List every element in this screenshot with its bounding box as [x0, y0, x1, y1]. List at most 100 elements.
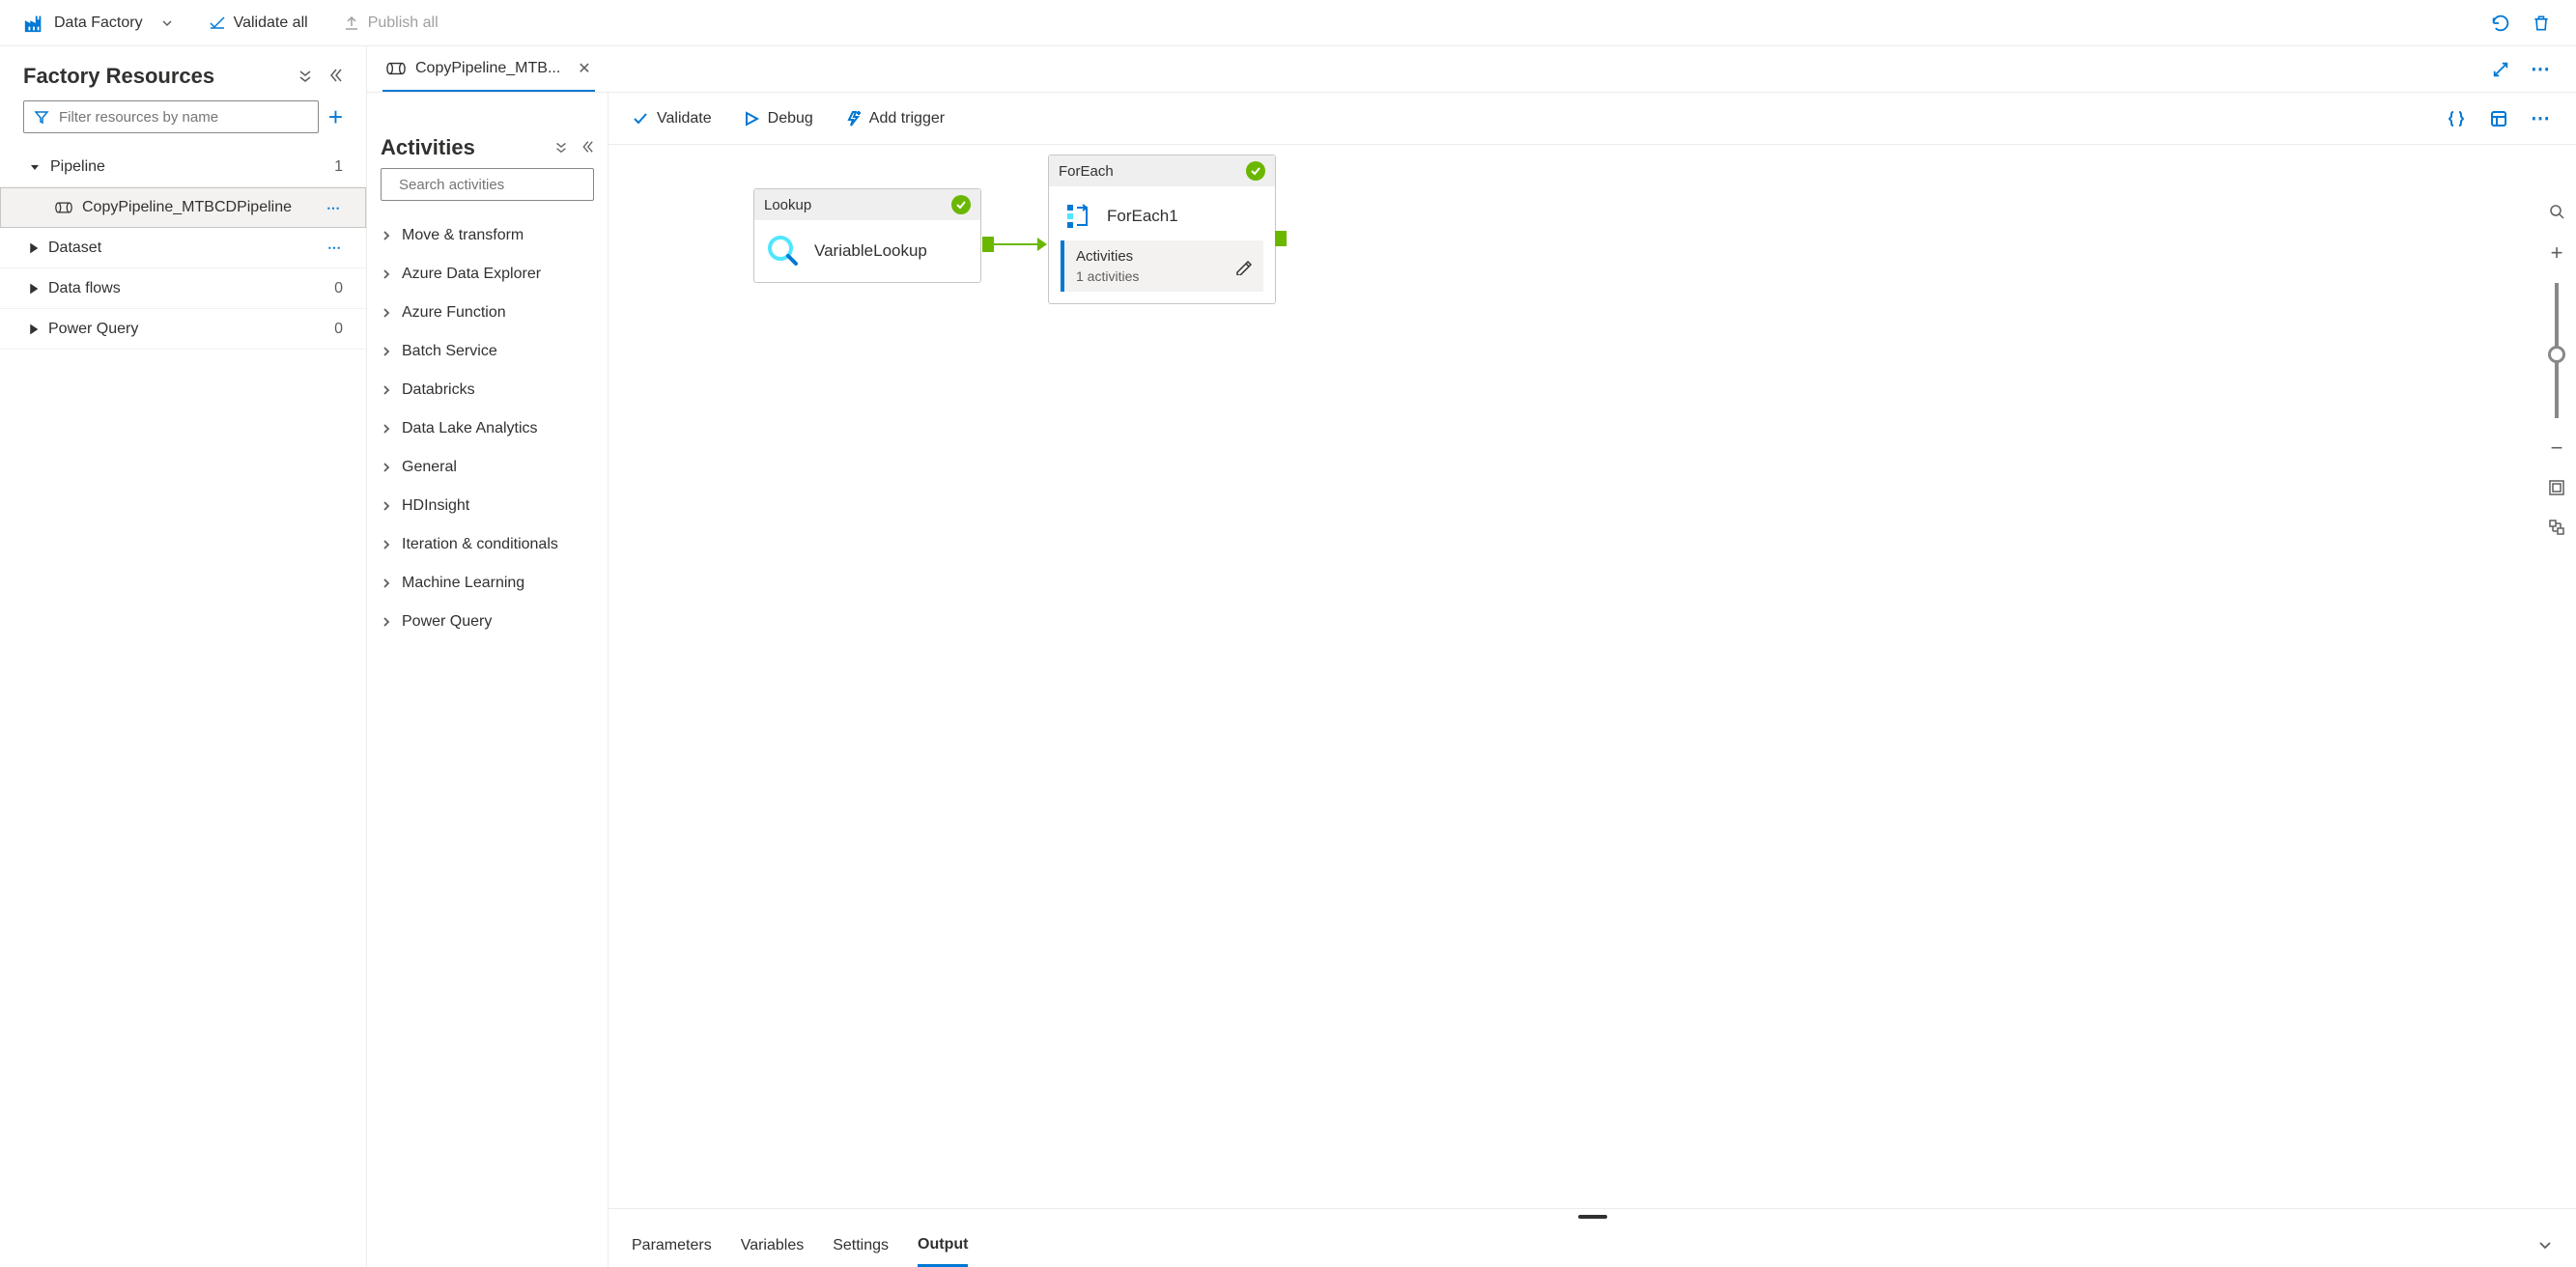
pipeline-tab[interactable]: CopyPipeline_MTB... ✕: [382, 46, 595, 92]
lookup-node[interactable]: Lookup VariableLookup: [753, 188, 981, 283]
pipeline-icon: [55, 201, 72, 214]
zoom-slider[interactable]: [2537, 283, 2576, 418]
caret-right-icon: [29, 324, 39, 335]
tree-count: 0: [334, 280, 343, 297]
check-icon: [632, 110, 649, 127]
chevron-right-icon: [381, 307, 392, 319]
properties-button[interactable]: [2487, 107, 2510, 130]
expand-icon: [2492, 61, 2509, 78]
activity-group[interactable]: Batch Service: [381, 332, 594, 371]
add-resource-button[interactable]: +: [328, 102, 343, 132]
panel-drag-handle[interactable]: [609, 1209, 2576, 1225]
properties-icon: [2489, 109, 2508, 128]
factory-resources-title: Factory Resources: [23, 64, 214, 89]
tab-settings[interactable]: Settings: [833, 1225, 889, 1267]
tab-parameters[interactable]: Parameters: [632, 1225, 712, 1267]
validate-all-icon: [209, 14, 226, 32]
delete-button[interactable]: [2530, 12, 2553, 35]
tree-count: 0: [334, 321, 343, 338]
activity-group[interactable]: HDInsight: [381, 487, 594, 525]
code-view-button[interactable]: [2445, 107, 2468, 130]
tab-variables[interactable]: Variables: [741, 1225, 805, 1267]
activities-collapse-down-icon[interactable]: [553, 139, 569, 157]
validate-all-button[interactable]: Validate all: [209, 14, 308, 32]
canvas-side-tools: + −: [2537, 203, 2576, 540]
foreach-node[interactable]: ForEach: [1048, 155, 1276, 304]
tree-pipeline-group[interactable]: Pipeline 1: [0, 147, 366, 187]
caret-right-icon: [29, 283, 39, 295]
editor-area: CopyPipeline_MTB... ✕ ⋯ Activities: [367, 46, 2576, 1267]
chevron-right-icon: [381, 500, 392, 512]
activity-group[interactable]: General: [381, 448, 594, 487]
search-activities-input[interactable]: [381, 168, 594, 201]
canvas-more-button[interactable]: ⋯: [2530, 107, 2553, 130]
tree-group-label: Data flows: [48, 280, 121, 297]
activities-label: Activities: [1076, 248, 1139, 265]
publish-all-button[interactable]: Publish all: [343, 14, 439, 32]
zoom-thumb[interactable]: [2548, 346, 2565, 363]
node-type-label: Lookup: [764, 197, 811, 213]
tree-powerquery-group[interactable]: Power Query 0: [0, 309, 366, 350]
zoom-out-button[interactable]: −: [2551, 436, 2563, 461]
add-trigger-button[interactable]: Add trigger: [844, 110, 945, 127]
foreach-activities-box[interactable]: Activities 1 activities: [1061, 240, 1263, 292]
success-icon: [1246, 161, 1265, 181]
collapse-down-icon[interactable]: [297, 67, 314, 87]
chevron-right-icon: [381, 230, 392, 241]
foreach-icon: [1064, 202, 1093, 231]
canvas-search-button[interactable]: [2548, 203, 2565, 223]
tab-more-button[interactable]: ⋯: [2530, 58, 2553, 81]
activity-group[interactable]: Machine Learning: [381, 564, 594, 603]
output-port[interactable]: [1275, 231, 1287, 246]
activity-group[interactable]: Data Lake Analytics: [381, 409, 594, 448]
activities-title: Activities: [381, 135, 475, 160]
tab-output[interactable]: Output: [918, 1225, 968, 1267]
activity-group[interactable]: Databricks: [381, 371, 594, 409]
caret-right-icon: [29, 242, 39, 254]
activity-group[interactable]: Azure Data Explorer: [381, 255, 594, 294]
chevron-right-icon: [381, 384, 392, 396]
brand-dropdown[interactable]: Data Factory: [23, 13, 174, 34]
activity-group[interactable]: Azure Function: [381, 294, 594, 332]
debug-button[interactable]: Debug: [743, 110, 813, 127]
pipeline-item[interactable]: CopyPipeline_MTBCDPipeline ⋯: [0, 187, 366, 228]
activity-group[interactable]: Move & transform: [381, 216, 594, 255]
lookup-icon: [766, 234, 801, 268]
success-icon: [951, 195, 971, 214]
brand-label: Data Factory: [54, 14, 143, 32]
activity-group[interactable]: Power Query: [381, 603, 594, 641]
tab-close-button[interactable]: ✕: [578, 59, 590, 78]
factory-icon: [23, 13, 44, 34]
panel-collapse-icon[interactable]: [326, 67, 343, 87]
validate-all-label: Validate all: [234, 14, 308, 32]
chevron-right-icon: [381, 346, 392, 357]
activities-count: 1 activities: [1076, 268, 1139, 284]
activity-group[interactable]: Iteration & conditionals: [381, 525, 594, 564]
tree-dataflows-group[interactable]: Data flows 0: [0, 268, 366, 309]
tree-dataset-group[interactable]: Dataset ⋯: [0, 228, 366, 268]
pipeline-item-label: CopyPipeline_MTBCDPipeline: [82, 199, 292, 216]
filter-icon: [34, 109, 49, 125]
more-actions-button[interactable]: ⋯: [326, 200, 342, 216]
search-activities-field[interactable]: [399, 177, 591, 193]
zoom-in-button[interactable]: +: [2551, 240, 2563, 266]
validate-button[interactable]: Validate: [632, 110, 712, 127]
fit-screen-button[interactable]: [2547, 478, 2566, 500]
autolayout-button[interactable]: [2547, 518, 2566, 540]
chevron-right-icon: [381, 462, 392, 473]
success-connector: [982, 237, 1047, 252]
collapse-panel-button[interactable]: [2537, 1237, 2553, 1255]
trash-icon: [2532, 14, 2551, 33]
filter-input-field[interactable]: [59, 109, 308, 126]
edit-icon[interactable]: [1234, 258, 1252, 275]
activities-panel-collapse-icon[interactable]: [579, 139, 594, 157]
expand-button[interactable]: [2489, 58, 2512, 81]
filter-resources-input[interactable]: [23, 100, 319, 133]
chevron-right-icon: [381, 577, 392, 589]
chevron-right-icon: [381, 423, 392, 435]
chevron-down-icon: [160, 16, 174, 30]
refresh-button[interactable]: [2489, 12, 2512, 35]
tab-label: CopyPipeline_MTB...: [415, 60, 560, 77]
pipeline-canvas[interactable]: Lookup VariableLookup: [609, 145, 2576, 1208]
more-actions-button[interactable]: ⋯: [327, 239, 343, 256]
